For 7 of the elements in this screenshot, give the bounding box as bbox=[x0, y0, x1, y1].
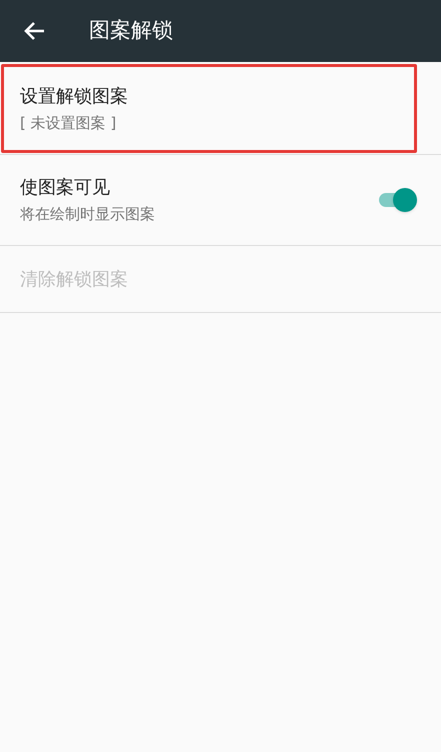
screen-title: 图案解锁 bbox=[89, 17, 173, 44]
setting-summary: [ 未设置图案 ] bbox=[20, 113, 118, 134]
setting-title[interactable]: 使图案可见 bbox=[20, 174, 377, 202]
back-arrow-icon[interactable] bbox=[23, 21, 45, 41]
setting-summary: 将在绘制时显示图案 bbox=[20, 204, 156, 226]
setting-title[interactable]: 设置解锁图案 bbox=[20, 83, 421, 110]
toggle-switch[interactable] bbox=[377, 188, 417, 212]
